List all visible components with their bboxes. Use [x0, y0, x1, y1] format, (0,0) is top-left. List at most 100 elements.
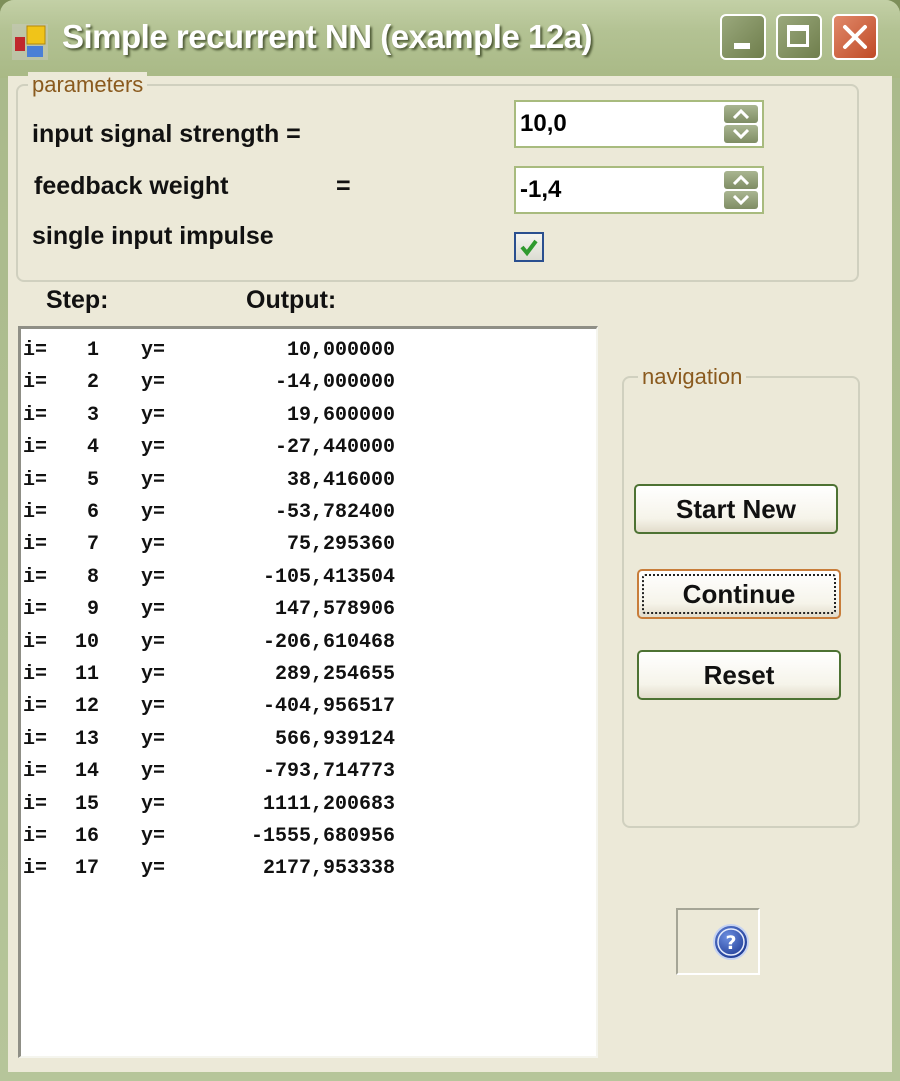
output-label: y=: [141, 371, 166, 395]
output-value: 147,578906: [274, 598, 395, 622]
output-row: i= 2 y= -14,000000: [23, 371, 395, 403]
output-row: i= 9 y= 147,578906: [23, 598, 395, 630]
step-number: 16: [74, 825, 99, 848]
output-value: 10,000000: [286, 339, 395, 362]
feedback-weight-label: feedback weight: [34, 172, 229, 200]
feedback-weight-field[interactable]: [520, 172, 715, 208]
output-value: 75,295360: [286, 533, 395, 557]
step-label: i=: [23, 727, 48, 751]
output-row: i= 11 y= 289,254655: [23, 663, 395, 695]
step-number: 15: [74, 792, 99, 816]
step-label: i=: [23, 630, 48, 654]
output-label: y=: [141, 403, 166, 427]
output-row: i= 15 y= 1111,200683: [23, 793, 395, 825]
feedback-weight-equals: =: [336, 172, 351, 200]
help-button[interactable]: ?: [676, 908, 760, 975]
output-label: y=: [141, 857, 166, 881]
output-value: -404,956517: [262, 695, 395, 719]
output-row: i= 3 y= 19,600000: [23, 404, 395, 436]
start-new-button[interactable]: Start New: [634, 484, 838, 534]
spin-up-button[interactable]: [724, 171, 758, 189]
output-label: y=: [141, 825, 166, 848]
close-icon: [843, 25, 867, 49]
output-row: i= 1 y= 10,000000: [23, 339, 395, 371]
single-input-impulse-checkbox[interactable]: [514, 232, 544, 262]
app-window: Simple recurrent NN (example 12a) parame…: [0, 0, 900, 1081]
output-label: y=: [141, 339, 166, 362]
client-area: parameters input signal strength = feedb…: [8, 72, 892, 1072]
window-title: Simple recurrent NN (example 12a): [62, 18, 593, 55]
help-icon: ?: [713, 924, 749, 960]
output-label: y=: [141, 760, 166, 784]
start-new-label: Start New: [676, 494, 796, 524]
navigation-legend: navigation: [638, 364, 747, 390]
output-value: -793,714773: [262, 760, 395, 784]
minimize-button[interactable]: [720, 14, 766, 60]
output-label: y=: [141, 663, 166, 686]
close-button[interactable]: [832, 14, 878, 60]
input-signal-strength-label: input signal strength =: [32, 120, 301, 148]
output-row: i= 8 y= -105,413504: [23, 566, 395, 598]
output-label: y=: [141, 436, 166, 460]
output-row: i= 6 y= -53,782400: [23, 501, 395, 533]
continue-button[interactable]: Continue: [637, 569, 841, 619]
output-label: y=: [141, 598, 166, 622]
step-number: 11: [74, 663, 99, 686]
output-label: y=: [141, 501, 166, 524]
step-label: i=: [23, 565, 48, 589]
spin-up-button[interactable]: [724, 105, 758, 123]
output-row: i= 13 y= 566,939124: [23, 728, 395, 760]
continue-label: Continue: [682, 579, 796, 609]
output-value: 289,254655: [274, 663, 395, 686]
output-value: -27,440000: [274, 436, 395, 460]
minimize-icon: [734, 43, 750, 49]
output-column-header: Output:: [246, 286, 337, 314]
spin-down-button[interactable]: [724, 125, 758, 143]
output-label: y=: [141, 468, 166, 492]
output-label: y=: [141, 533, 166, 557]
step-column-header: Step:: [46, 286, 109, 314]
feedback-weight-spinner[interactable]: [514, 166, 764, 214]
reset-label: Reset: [703, 660, 775, 690]
maximize-icon: [787, 25, 809, 47]
step-label: i=: [23, 501, 48, 524]
step-number: 17: [74, 857, 99, 881]
parameters-legend: parameters: [28, 72, 148, 98]
step-label: i=: [23, 403, 48, 427]
step-number: 12: [74, 695, 99, 719]
spin-down-button[interactable]: [724, 191, 758, 209]
reset-button[interactable]: Reset: [637, 650, 841, 700]
step-number: 6: [86, 501, 99, 524]
step-label: i=: [23, 857, 48, 881]
application-icon: [12, 24, 48, 60]
step-label: i=: [23, 663, 48, 686]
output-label: y=: [141, 630, 166, 654]
single-input-impulse-label: single input impulse: [32, 222, 274, 250]
output-row: i= 7 y= 75,295360: [23, 533, 395, 565]
step-label: i=: [23, 598, 48, 622]
step-label: i=: [23, 760, 48, 784]
arrow-up-icon: [733, 175, 749, 185]
output-value: 1111,200683: [262, 792, 395, 816]
arrow-down-icon: [733, 129, 749, 139]
maximize-button[interactable]: [776, 14, 822, 60]
step-number: 1: [86, 339, 99, 362]
title-bar[interactable]: Simple recurrent NN (example 12a): [0, 0, 900, 78]
step-label: i=: [23, 468, 48, 492]
input-signal-strength-spinner[interactable]: [514, 100, 764, 148]
output-row: i= 16 y= -1555,680956: [23, 825, 395, 857]
step-number: 9: [86, 598, 99, 622]
output-value: -1555,680956: [250, 825, 395, 848]
output-value: -14,000000: [274, 371, 395, 395]
output-value: -105,413504: [262, 565, 395, 589]
checkmark-icon: [520, 239, 538, 257]
output-row: i= 14 y= -793,714773: [23, 760, 395, 792]
output-listbox[interactable]: i= 1 y= 10,000000 i= 2 y= -14,000000 i= 3 y= 19,600…: [18, 326, 598, 1058]
output-row: i= 17 y= 2177,953338: [23, 857, 395, 889]
step-number: 10: [74, 630, 99, 654]
step-number: 4: [86, 436, 99, 460]
input-signal-strength-field[interactable]: [520, 106, 715, 142]
step-label: i=: [23, 825, 48, 848]
arrow-up-icon: [733, 109, 749, 119]
svg-text:?: ?: [725, 932, 736, 954]
